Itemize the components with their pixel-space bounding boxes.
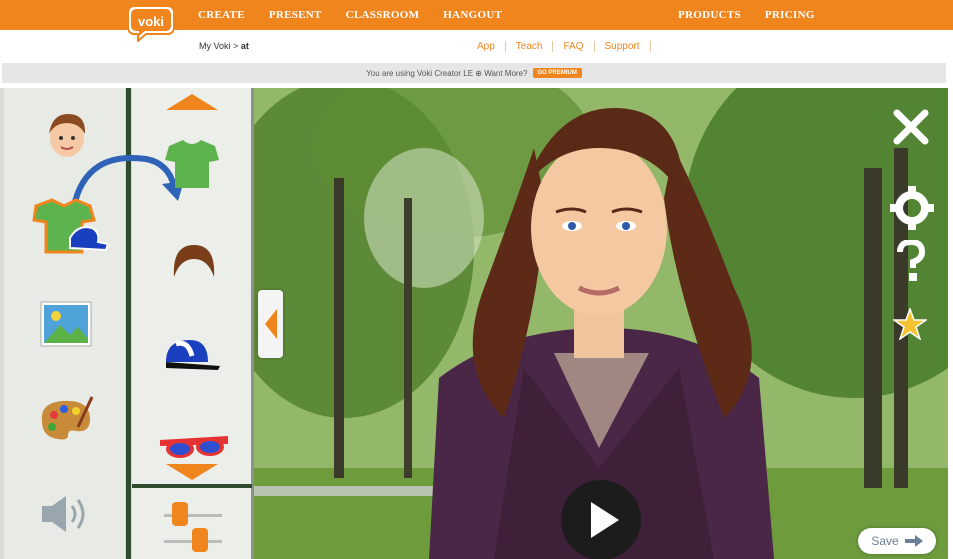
panel-separator [132,484,252,488]
sliders-icon[interactable] [160,498,226,554]
breadcrumb-current: at [240,41,249,51]
play-button[interactable] [561,480,641,559]
close-icon[interactable] [892,108,930,146]
nav-hangout[interactable]: HANGOUT [443,9,502,21]
want-more-text: Want More? [484,68,528,78]
arrow-right-icon [904,535,923,547]
collapse-panel-tab[interactable] [258,290,283,358]
breadcrumb-root[interactable]: My Voki [199,41,231,51]
shirt-icon[interactable] [163,138,221,190]
hair-icon[interactable] [172,243,216,279]
nav-create[interactable]: CREATE [198,9,245,21]
save-button[interactable]: Save [858,528,936,554]
color-palette-icon[interactable] [38,393,94,443]
sub-links: App Teach FAQ Support [477,41,651,52]
help-question-icon[interactable] [896,240,926,282]
nav-classroom[interactable]: CLASSROOM [346,9,420,21]
nav-pricing[interactable]: PRICING [765,9,815,21]
breadcrumb-separator: > [233,41,239,51]
glasses-icon[interactable] [158,434,230,462]
breadcrumb: My Voki > at [199,41,249,51]
settings-gear-icon[interactable] [890,186,934,230]
logo-text: voki [138,14,164,29]
go-premium-button[interactable]: GO PREMIUM [532,68,582,78]
clothing-and-accessories-icon[interactable] [26,198,108,258]
editor-stage [0,88,948,559]
background-image-icon[interactable] [40,301,92,347]
nav-present[interactable]: PRESENT [269,9,322,21]
main-nav: CREATE PRESENT CLASSROOM HANGOUT [198,0,526,30]
link-teach[interactable]: Teach [506,41,554,52]
panel-scrollbar[interactable] [251,88,254,559]
cap-icon[interactable] [162,336,222,374]
info-icon[interactable]: ⊕ [475,69,482,78]
link-app[interactable]: App [477,41,506,52]
down-arrow-icon[interactable] [166,464,218,480]
favorite-star-icon[interactable] [893,308,927,340]
premium-message: You are using Voki Creator LE [366,68,474,78]
voki-logo[interactable]: voki [128,4,174,42]
speaker-icon[interactable] [38,492,94,536]
nav-products[interactable]: PRODUCTS [678,9,741,21]
premium-banner: You are using Voki Creator LE ⊕ Want Mor… [2,63,946,83]
link-faq[interactable]: FAQ [553,41,595,52]
secondary-nav: PRODUCTS PRICING [678,0,839,30]
save-label: Save [871,534,899,548]
up-arrow-icon[interactable] [166,94,218,110]
link-support[interactable]: Support [595,41,651,52]
chevron-left-icon [264,309,277,339]
